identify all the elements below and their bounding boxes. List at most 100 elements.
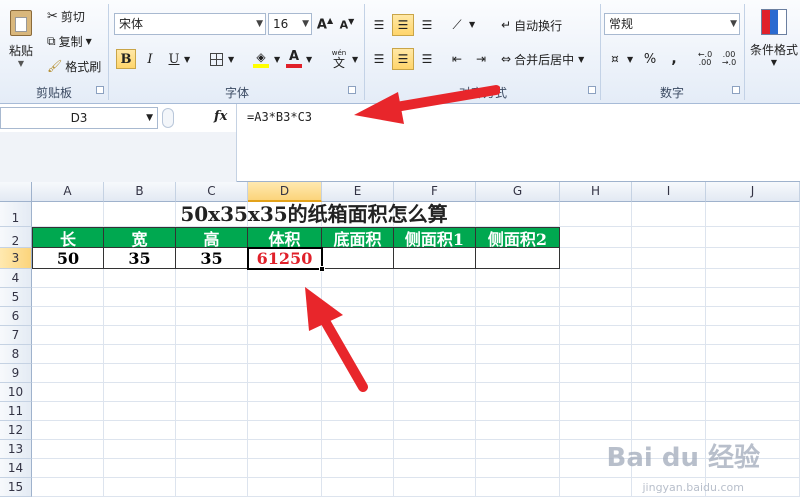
grid-cell[interactable] [706,326,800,345]
grid-cell[interactable] [104,345,176,364]
orientation-button[interactable]: ⟋ [446,14,468,36]
fill-color-button[interactable]: ◈ [250,48,272,70]
grid-cell[interactable] [476,478,560,497]
grid-cell[interactable] [394,402,476,421]
grid-cell[interactable] [476,440,560,459]
select-all-corner[interactable] [0,182,32,202]
merge-center-button[interactable]: ⇔ 合并后居中 ▼ [500,48,585,70]
empty-cell[interactable] [476,248,560,269]
grid-cell[interactable] [560,248,632,269]
grid-cell[interactable] [560,227,632,248]
row-header-1[interactable]: 1 [0,202,32,227]
row-header-6[interactable]: 6 [0,307,32,326]
align-left-button[interactable]: ☰ [368,48,390,70]
grid-cell[interactable] [104,402,176,421]
value-cell[interactable]: 35 [104,248,176,269]
comma-button[interactable]: , [664,48,684,70]
grid-cell[interactable] [632,402,706,421]
row-header-14[interactable]: 14 [0,459,32,478]
grid-cell[interactable] [476,402,560,421]
font-size-select[interactable]: 16 ▼ [268,13,312,35]
header-cell[interactable]: 侧面积2 [476,227,560,249]
grid-cell[interactable] [394,364,476,383]
grid-cell[interactable] [706,307,800,326]
row-header-12[interactable]: 12 [0,421,32,440]
grid-cell[interactable] [32,288,104,307]
font-name-select[interactable]: 宋体 ▼ [114,13,266,35]
grid-cell[interactable] [176,345,248,364]
header-cell[interactable]: 高 [176,227,248,249]
grid-cell[interactable] [560,478,632,497]
copy-button[interactable]: ⧉ 复制 ▼ [46,32,93,50]
row-header-9[interactable]: 9 [0,364,32,383]
wrap-text-button[interactable]: ↵ 自动换行 [500,14,563,36]
font-color-button[interactable]: A [284,48,304,70]
grid-cell[interactable] [176,402,248,421]
grid-cell[interactable] [706,288,800,307]
grid-cell[interactable] [104,383,176,402]
grid-cell[interactable] [32,326,104,345]
decrease-decimal-button[interactable]: .00 →.0 [718,48,740,70]
formula-input[interactable]: =A3*B3*C3 [236,104,800,182]
increase-decimal-button[interactable]: ←.0.00 [694,48,716,70]
grid-cell[interactable] [32,345,104,364]
name-box[interactable]: D3 ▼ [0,107,158,129]
column-header-h[interactable]: H [560,182,632,202]
fx-icon[interactable]: fx [214,109,227,124]
grid-cell[interactable] [104,326,176,345]
grid-cell[interactable] [632,364,706,383]
row-header-11[interactable]: 11 [0,402,32,421]
grid-cell[interactable] [560,307,632,326]
grid-cell[interactable] [394,421,476,440]
column-header-a[interactable]: A [32,182,104,202]
grid-cell[interactable] [104,421,176,440]
grid-cell[interactable] [32,421,104,440]
grid-cell[interactable] [176,288,248,307]
grid-cell[interactable] [176,326,248,345]
grid-cell[interactable] [248,421,322,440]
increase-indent-button[interactable]: ⇥ [470,48,492,70]
grid-cell[interactable] [560,345,632,364]
format-painter-button[interactable]: 🖌 格式刷 [46,57,102,75]
grid-cell[interactable] [706,227,800,248]
empty-cell[interactable] [322,248,394,269]
grid-cell[interactable] [706,269,800,288]
row-header-13[interactable]: 13 [0,440,32,459]
column-header-g[interactable]: G [476,182,560,202]
grid-cell[interactable] [560,269,632,288]
underline-button[interactable]: U [164,49,184,69]
grid-cell[interactable] [176,459,248,478]
grid-cell[interactable] [394,478,476,497]
row-header-3[interactable]: 3 [0,248,32,269]
row-header-10[interactable]: 10 [0,383,32,402]
phonetic-dropdown-icon[interactable]: ▼ [352,55,358,64]
grid-cell[interactable] [394,269,476,288]
grid-cell[interactable] [394,345,476,364]
grid-cell[interactable] [322,478,394,497]
grid-cell[interactable] [632,269,706,288]
grid-cell[interactable] [476,269,560,288]
row-header-5[interactable]: 5 [0,288,32,307]
grid-cell[interactable] [104,269,176,288]
grid-cell[interactable] [248,402,322,421]
formula-bar-splitter[interactable] [162,108,174,128]
align-top-button[interactable]: ☰ [368,14,390,36]
currency-button[interactable]: ¤ [604,48,626,70]
column-header-f[interactable]: F [394,182,476,202]
column-header-j[interactable]: J [706,182,800,202]
italic-button[interactable]: I [140,49,160,69]
row-header-4[interactable]: 4 [0,269,32,288]
grid-cell[interactable] [248,478,322,497]
grid-cell[interactable] [632,383,706,402]
grid-cell[interactable] [176,478,248,497]
clipboard-launcher-icon[interactable] [96,86,104,94]
row-header-7[interactable]: 7 [0,326,32,345]
grid-cell[interactable] [560,288,632,307]
grid-cell[interactable] [632,227,706,248]
grid-cell[interactable] [560,383,632,402]
grid-cell[interactable] [104,307,176,326]
grid-cell[interactable] [176,421,248,440]
column-header-e[interactable]: E [322,182,394,202]
grid-cell[interactable] [476,383,560,402]
currency-dropdown-icon[interactable]: ▼ [627,55,633,64]
